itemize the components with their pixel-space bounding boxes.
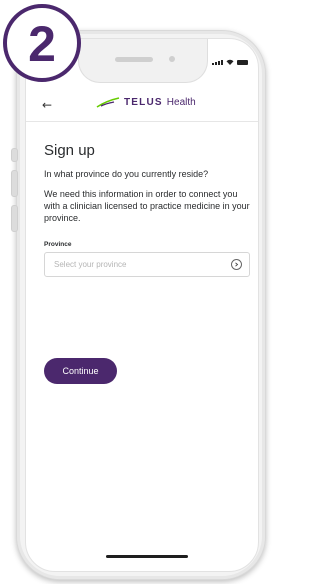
speaker-grille (115, 57, 153, 62)
step-badge: 2 (3, 4, 81, 82)
phone-side-button (11, 170, 18, 197)
phone-notch (78, 39, 208, 83)
logo-wordmark: TELUS (124, 97, 163, 108)
phone-screen: ← TELUS Health Sign up In what province … (25, 38, 259, 572)
continue-button[interactable]: Continue (44, 358, 117, 384)
logo-suffix: Health (166, 97, 196, 108)
chevron-right-icon (231, 259, 242, 270)
battery-icon (237, 60, 248, 65)
province-question: In what province do you currently reside… (44, 169, 209, 179)
province-label: Province (44, 241, 72, 248)
telus-health-logo: TELUS Health (96, 97, 196, 108)
phone-side-button (11, 148, 18, 162)
back-arrow-icon[interactable]: ← (42, 99, 52, 111)
signup-content: Sign up In what province do you currentl… (44, 142, 250, 277)
province-placeholder: Select your province (54, 260, 127, 269)
app-header: ← TELUS Health (26, 91, 258, 122)
province-explanation: We need this information in order to con… (44, 189, 250, 223)
wifi-icon (226, 59, 234, 65)
page-title: Sign up (44, 142, 95, 159)
status-bar-icons (212, 59, 248, 65)
telus-leaf-icon (96, 97, 120, 108)
step-number: 2 (28, 16, 56, 72)
home-indicator (106, 555, 188, 558)
front-camera (169, 56, 175, 62)
province-select[interactable]: Select your province (44, 252, 250, 277)
phone-side-button (11, 205, 18, 232)
signal-icon (212, 60, 223, 65)
